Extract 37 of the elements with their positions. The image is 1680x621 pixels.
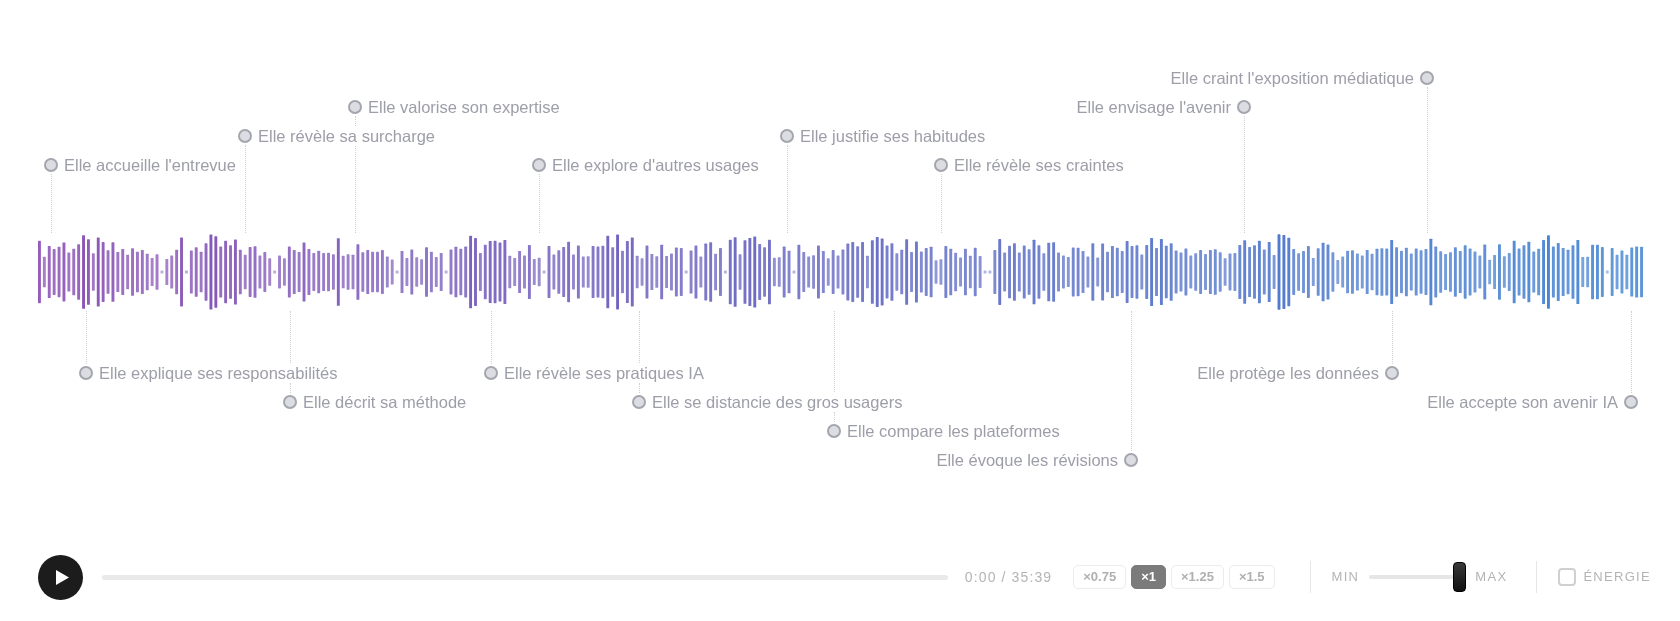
chapter-marker[interactable]: Elle valorise son expertise [348, 98, 560, 116]
chapter-marker[interactable]: Elle justifie ses habitudes [780, 127, 986, 145]
max-label: MAX [1475, 568, 1508, 587]
chapter-marker[interactable]: Elle protège les données [1197, 364, 1399, 382]
slider-track[interactable] [1369, 562, 1467, 592]
chapter-marker[interactable]: Elle accueille l'entrevue [44, 156, 236, 174]
leader-line [290, 311, 291, 363]
leader-line [941, 174, 942, 233]
speed-button[interactable]: ×0.75 [1073, 565, 1127, 589]
chapter-marker[interactable]: Elle explique ses responsabilités [79, 364, 338, 382]
speed-button[interactable]: ×1.5 [1228, 565, 1275, 589]
chapter-marker[interactable]: Elle révèle ses craintes [934, 156, 1124, 174]
chapter-marker[interactable]: Elle explore d'autres usages [532, 156, 759, 174]
chapter-marker[interactable]: Elle décrit sa méthode [283, 393, 467, 411]
checkbox[interactable] [1558, 568, 1577, 586]
time-display: 0:00 / 35:39 [964, 567, 1053, 587]
speed-button[interactable]: ×1 [1131, 565, 1166, 589]
chapter-marker[interactable]: Elle évoque les révisions [936, 451, 1138, 469]
leader-line [86, 311, 87, 364]
chapter-marker[interactable]: Elle révèle ses pratiques IA [484, 364, 704, 382]
leader-line [51, 174, 52, 233]
chapter-marker[interactable]: Elle craint l'exposition médiatique [1170, 69, 1434, 87]
chapter-marker[interactable]: Elle accepte son avenir IA [1427, 393, 1638, 411]
chapter-marker[interactable]: Elle se distancie des gros usagers [632, 393, 903, 411]
min-label: MIN [1331, 568, 1360, 587]
chapter-marker[interactable]: Elle envisage l'avenir [1076, 98, 1251, 116]
checkbox-label[interactable]: ÉNERGIE [1583, 567, 1651, 587]
speed-button[interactable]: ×1.25 [1171, 565, 1224, 589]
leader-line [639, 311, 640, 363]
slider-thumb[interactable] [1453, 562, 1467, 592]
chapter-marker[interactable]: Elle compare les plateformes [827, 422, 1060, 440]
leader-line [1392, 311, 1393, 364]
play-icon [55, 569, 69, 585]
leader-line [539, 174, 540, 233]
chapter-marker[interactable]: Elle révèle sa surcharge [238, 127, 435, 145]
play-button[interactable] [38, 554, 83, 600]
leader-line [491, 311, 492, 364]
